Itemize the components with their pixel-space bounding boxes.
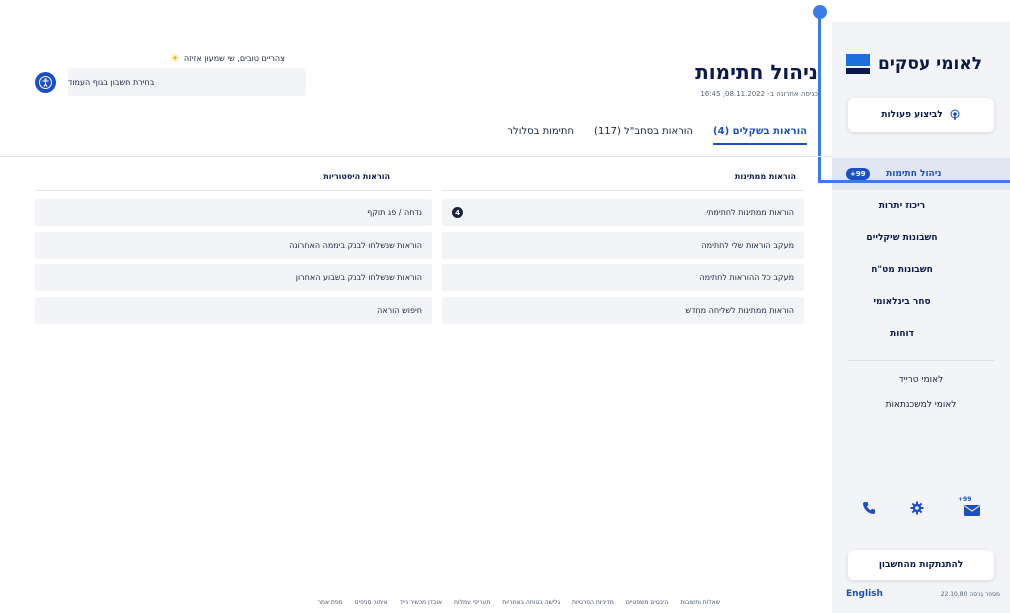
last-login: כניסה אחרונה ב- 08.11.2022, 16:45 xyxy=(700,90,818,98)
footer-link-sitemap[interactable]: מפת אתר xyxy=(318,599,343,606)
footer-link-privacy[interactable]: מדיניות הפרטיות xyxy=(572,599,614,606)
footer-link-branches[interactable]: איתור סניפים xyxy=(355,599,388,606)
version-label: מספר גרסה 22.10.80 xyxy=(940,590,1000,598)
list-item-label: מעקב הוראות שלי לחתימה xyxy=(701,241,794,250)
leumi-logo-icon xyxy=(846,54,871,74)
divider xyxy=(0,156,832,157)
sidebar-item-label: ניהול חתימות xyxy=(886,169,942,179)
history-section-title: הוראות היסטוריות xyxy=(323,172,390,181)
touch-icon xyxy=(950,109,960,120)
focus-highlight-dot xyxy=(813,5,827,19)
list-item-label: הוראות ממתינות לשליחה מחדש xyxy=(685,306,794,315)
gear-icon[interactable] xyxy=(910,501,924,515)
list-item-rejected-expired[interactable]: נדחה / פג תוקף xyxy=(35,199,432,226)
messages-badge: +99 xyxy=(958,496,972,503)
footer-link-fees[interactable]: תעריפי עמלות xyxy=(454,599,490,606)
sidebar: לאומי עסקים לביצוע פעולות ניהול חתימות +… xyxy=(832,22,1010,613)
envelope-icon xyxy=(964,505,980,516)
sun-icon: ☀ xyxy=(170,52,180,65)
sidebar-link-leumi-trade[interactable]: לאומי טרייד xyxy=(832,367,1010,392)
sidebar-nav: ניהול חתימות +99 ריכוז יתרות חשבונות שיק… xyxy=(832,158,1010,417)
tab-mobile-signatures[interactable]: חתימות בסלולר xyxy=(507,126,574,145)
sidebar-link-leumi-mortgage[interactable]: לאומי למשכנתאות xyxy=(832,392,1010,417)
list-item-search-instruction[interactable]: חיפוש הוראה xyxy=(35,297,432,324)
divider xyxy=(35,190,432,191)
footer-links: שאלות ותשובות היבטים משפטיים מדיניות הפר… xyxy=(140,599,720,606)
actions-button[interactable]: לביצוע פעולות xyxy=(848,98,994,132)
logo[interactable]: לאומי עסקים xyxy=(846,54,982,74)
sidebar-item-balances[interactable]: ריכוז יתרות xyxy=(832,190,1010,222)
sidebar-item-international-trade[interactable]: סחר בינלאומי xyxy=(832,286,1010,318)
count-badge: 4 xyxy=(452,207,463,218)
notification-badge: +99 xyxy=(846,168,870,180)
accessibility-button[interactable] xyxy=(35,72,56,93)
sidebar-item-label: חשבונות שיקליים xyxy=(866,233,938,243)
footer-link-legal[interactable]: היבטים משפטיים xyxy=(626,599,668,606)
logout-button[interactable]: להתנתקות מהחשבון xyxy=(848,550,994,580)
sidebar-item-reports[interactable]: דוחות xyxy=(832,318,1010,350)
divider xyxy=(442,190,804,191)
list-item-label: מעקב כל ההוראות לחתימה xyxy=(699,273,794,282)
list-item-resend[interactable]: הוראות ממתינות לשליחה מחדש xyxy=(442,297,804,324)
sidebar-item-label: חשבונות מט"ח xyxy=(871,265,933,275)
list-item-my-tracking[interactable]: מעקב הוראות שלי לחתימה xyxy=(442,232,804,259)
list-item-label: הוראות שנשלחו לבנק בשבוע האחרון xyxy=(295,273,422,282)
list-item-label: הוראות ממתינות לחתימתי xyxy=(706,208,794,217)
list-item-sent-last-day[interactable]: הוראות שנשלחו לבנק ביממה האחרונה xyxy=(35,232,432,259)
sidebar-item-label: דוחות xyxy=(890,329,914,339)
accessibility-icon xyxy=(39,76,52,89)
sidebar-item-label: סחר בינלאומי xyxy=(873,297,931,307)
list-item-pending-for-me[interactable]: הוראות ממתינות לחתימתי 4 xyxy=(442,199,804,226)
page-title: ניהול חתימות xyxy=(695,60,818,84)
sidebar-item-shekel-accounts[interactable]: חשבונות שיקליים xyxy=(832,222,1010,254)
sidebar-item-signature-management[interactable]: ניהול חתימות +99 xyxy=(832,158,1010,190)
pending-section-title: הוראות ממתינות xyxy=(734,172,796,181)
list-item-sent-last-week[interactable]: הוראות שנשלחו לבנק בשבוע האחרון xyxy=(35,264,432,291)
tab-bar: הוראות בשקלים (4) הוראות בסחב"ל (117) חת… xyxy=(507,126,807,145)
greeting: צהריים טובים, שי שמעון אזיזה ☀ xyxy=(170,52,285,65)
footer-link-lost-device[interactable]: אובדן מכשיר נייד xyxy=(400,599,442,606)
tab-shekel-instructions[interactable]: הוראות בשקלים (4) xyxy=(713,126,807,145)
sidebar-icon-row: +99 xyxy=(832,496,1010,516)
phone-icon[interactable] xyxy=(862,501,876,515)
sidebar-item-label: ריכוז יתרות xyxy=(878,201,926,211)
logo-text: לאומי עסקים xyxy=(878,54,982,74)
tab-foreign-instructions[interactable]: הוראות בסחב"ל (117) xyxy=(594,126,693,145)
footer-link-faq[interactable]: שאלות ותשובות xyxy=(680,599,720,606)
messages-button[interactable]: +99 xyxy=(958,496,980,516)
list-item-label: חיפוש הוראה xyxy=(377,306,422,315)
list-item-label: הוראות שנשלחו לבנק ביממה האחרונה xyxy=(289,241,422,250)
sidebar-footer: English מספר גרסה 22.10.80 xyxy=(846,589,1000,599)
list-item-all-tracking[interactable]: מעקב כל ההוראות לחתימה xyxy=(442,264,804,291)
actions-button-label: לביצוע פעולות xyxy=(881,110,943,120)
footer-link-safe-browsing[interactable]: גלישה בטוחה באחריות xyxy=(502,599,560,606)
language-toggle[interactable]: English xyxy=(846,589,883,599)
list-item-label: נדחה / פג תוקף xyxy=(367,208,422,217)
account-select[interactable]: בחירת חשבון בגוף העמוד xyxy=(68,68,306,96)
divider xyxy=(848,360,994,361)
sidebar-item-foreign-accounts[interactable]: חשבונות מט"ח xyxy=(832,254,1010,286)
greeting-text: צהריים טובים, שי שמעון אזיזה xyxy=(183,54,285,63)
